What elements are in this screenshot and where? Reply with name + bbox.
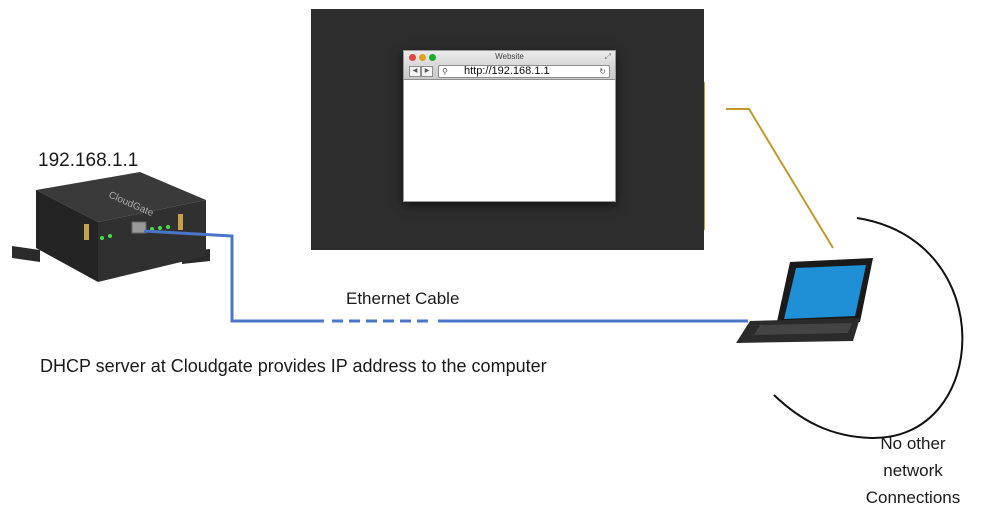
search-icon: ⚲: [442, 67, 448, 76]
back-icon[interactable]: ◀: [409, 66, 421, 77]
browser-window: Website ⤢ ◀ ▶ ⚲ http://192.168.1.1 ↻: [403, 50, 616, 202]
dhcp-caption: DHCP server at Cloudgate provides IP add…: [40, 356, 547, 376]
laptop-icon: [736, 258, 873, 343]
forward-icon[interactable]: ▶: [421, 66, 433, 77]
no-other-connections-note: No other network Connections: [838, 430, 988, 511]
note-line: network: [883, 461, 943, 480]
router-device-icon: CloudGate: [12, 172, 210, 282]
screen-panel: Website ⤢ ◀ ▶ ⚲ http://192.168.1.1 ↻: [311, 9, 704, 250]
note-line: No other: [880, 434, 946, 453]
browser-titlebar: Website ⤢ ◀ ▶ ⚲ http://192.168.1.1 ↻: [404, 51, 615, 80]
router-ip-label: 192.168.1.1: [38, 150, 139, 171]
url-bar[interactable]: ⚲ http://192.168.1.1 ↻: [438, 65, 610, 78]
url-text: http://192.168.1.1: [464, 65, 550, 77]
browser-content: [404, 80, 615, 200]
callout-line: [726, 108, 834, 249]
ethernet-cable-label: Ethernet Cable: [346, 289, 460, 308]
reload-icon[interactable]: ↻: [599, 66, 606, 77]
browser-title: Website: [495, 52, 524, 61]
note-line: Connections: [865, 488, 961, 507]
fullscreen-icon[interactable]: ⤢: [605, 52, 611, 62]
